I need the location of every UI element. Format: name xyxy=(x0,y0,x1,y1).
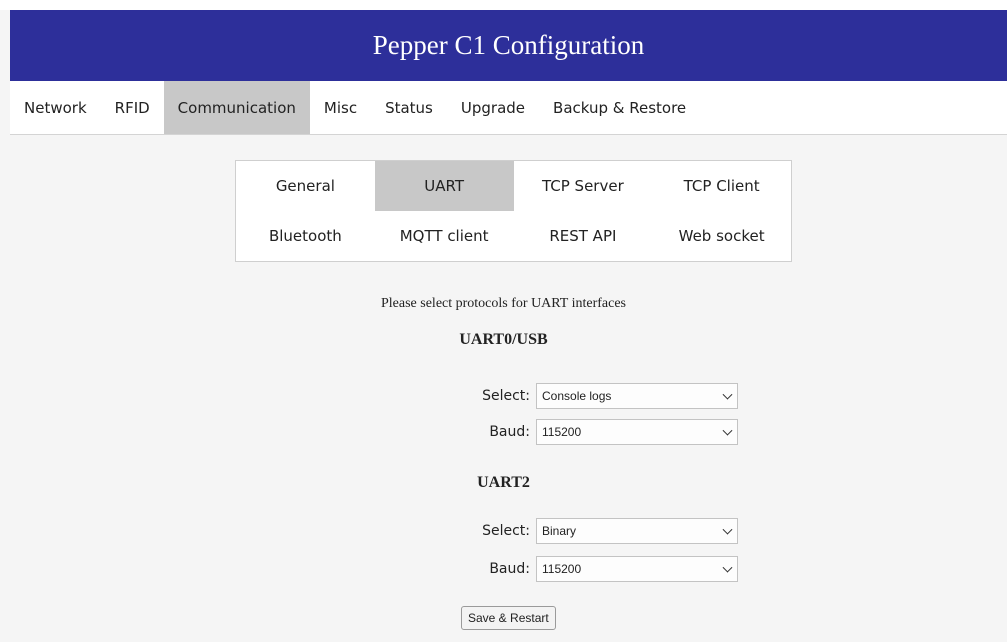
nav-status[interactable]: Status xyxy=(371,81,447,134)
uart0-protocol-value: Console logs xyxy=(542,389,612,403)
app-header: Pepper C1 Configuration xyxy=(10,10,1007,81)
intro-text: Please select protocols for UART interfa… xyxy=(381,296,626,311)
subtab-bluetooth[interactable]: Bluetooth xyxy=(236,211,375,261)
uart0-heading: UART0/USB xyxy=(459,331,548,348)
uart2-protocol-select[interactable]: Binary xyxy=(536,518,738,544)
chevron-down-icon xyxy=(722,524,733,535)
chevron-down-icon xyxy=(722,425,733,436)
uart0-select-row: Select: Console logs xyxy=(472,383,738,409)
uart2-baud-value: 115200 xyxy=(542,562,582,576)
uart2-protocol-value: Binary xyxy=(542,524,577,538)
main-nav: Network RFID Communication Misc Status U… xyxy=(10,81,1007,135)
uart0-baud-row: Baud: 115200 xyxy=(472,419,738,445)
nav-rfid[interactable]: RFID xyxy=(101,81,164,134)
subtab-rest-api[interactable]: REST API xyxy=(514,211,653,261)
chevron-down-icon xyxy=(722,562,733,573)
nav-communication[interactable]: Communication xyxy=(163,81,310,134)
subtab-tcp-client[interactable]: TCP Client xyxy=(652,161,791,211)
uart-settings: Please select protocols for UART interfa… xyxy=(0,290,1007,349)
subtab-mqtt-client[interactable]: MQTT client xyxy=(375,211,514,261)
page-title: Pepper C1 Configuration xyxy=(372,30,645,60)
uart2-heading: UART2 xyxy=(477,474,530,491)
top-strip xyxy=(0,0,1007,10)
nav-backup-restore[interactable]: Backup & Restore xyxy=(539,81,700,134)
uart0-baud-label: Baud: xyxy=(489,424,530,440)
uart0-protocol-select[interactable]: Console logs xyxy=(536,383,738,409)
communication-subnav: General UART TCP Server TCP Client Bluet… xyxy=(235,160,792,262)
uart2-baud-label: Baud: xyxy=(489,561,530,577)
nav-upgrade[interactable]: Upgrade xyxy=(447,81,539,134)
nav-network[interactable]: Network xyxy=(10,81,101,134)
uart2-select-row: Select: Binary xyxy=(472,518,738,544)
chevron-down-icon xyxy=(722,389,733,400)
uart2-select-label: Select: xyxy=(482,523,530,539)
uart2-section: UART2 xyxy=(0,474,1007,492)
uart0-select-label: Select: xyxy=(482,388,530,404)
uart2-baud-row: Baud: 115200 xyxy=(472,556,738,582)
subtab-web-socket[interactable]: Web socket xyxy=(652,211,791,261)
uart2-baud-select[interactable]: 115200 xyxy=(536,556,738,582)
subtab-uart[interactable]: UART xyxy=(374,161,514,211)
nav-misc[interactable]: Misc xyxy=(310,81,371,134)
uart0-baud-select[interactable]: 115200 xyxy=(536,419,738,445)
uart0-baud-value: 115200 xyxy=(542,425,582,439)
subtab-tcp-server[interactable]: TCP Server xyxy=(514,161,653,211)
subtab-general[interactable]: General xyxy=(236,161,375,211)
save-restart-button[interactable]: Save & Restart xyxy=(461,606,556,630)
